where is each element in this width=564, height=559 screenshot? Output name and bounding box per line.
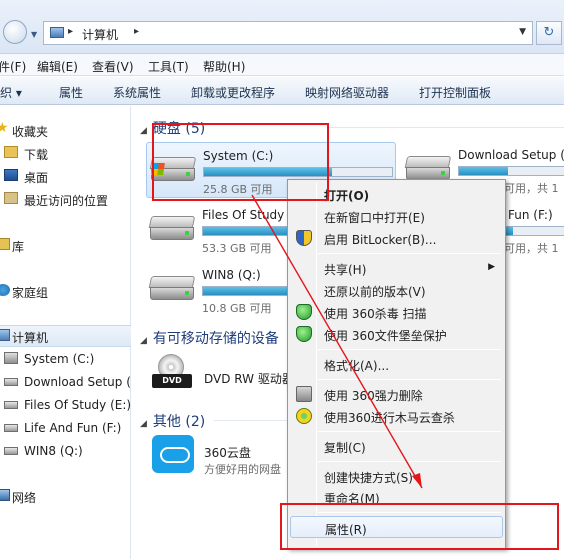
menu-bar: 件(F) 编辑(E) 查看(V) 工具(T) 帮助(H)	[0, 54, 564, 76]
dvd-drive-label[interactable]: DVD RW 驱动器	[204, 370, 294, 387]
drive-name: Fun (F:)	[508, 208, 553, 222]
breadcrumb-separator-icon[interactable]: ▸	[68, 26, 73, 37]
nav-desktop[interactable]: 桌面	[0, 166, 131, 186]
desktop-icon	[4, 169, 18, 181]
drive-icon	[148, 214, 196, 242]
nav-network[interactable]: 网络	[0, 486, 131, 506]
drive-free-space: 可用，共 1	[504, 242, 559, 255]
drive-free-space: 10.8 GB 可用	[202, 302, 272, 315]
nav-libraries[interactable]: 库	[0, 235, 131, 255]
nav-homegroup[interactable]: 家庭组	[0, 281, 131, 301]
drive-name: Files Of Study	[202, 208, 285, 222]
trojan-scan-icon	[296, 408, 312, 424]
nav-drive-f[interactable]: Life And Fun (F:)	[0, 418, 131, 438]
dvd-drive-icon: DVD	[152, 354, 192, 390]
menu-file[interactable]: 件(F)	[0, 58, 26, 75]
properties-button[interactable]: 属性	[59, 84, 83, 101]
360-antivirus-icon	[296, 304, 312, 320]
menu-item-360-protect[interactable]: 使用 360文件堡垒保护	[290, 323, 503, 345]
refresh-button[interactable]: ↻	[536, 21, 562, 45]
recent-places-icon	[4, 192, 18, 204]
drive-icon	[4, 378, 18, 386]
address-input[interactable]: ▸ 计算机 ▸ ▼	[43, 21, 533, 45]
group-header-other[interactable]: ◢ 其他 (2)	[140, 411, 205, 431]
address-bar-area: ▼ ▸ 计算机 ▸ ▼ ↻	[0, 0, 564, 54]
map-network-drive-button[interactable]: 映射网络驱动器	[305, 84, 389, 101]
360-shield-icon	[296, 326, 312, 342]
network-icon	[0, 489, 10, 501]
system-properties-button[interactable]: 系统属性	[113, 84, 161, 101]
nav-drive-q[interactable]: WIN8 (Q:)	[0, 441, 131, 461]
menu-help[interactable]: 帮助(H)	[203, 58, 245, 75]
nav-recent-places[interactable]: 最近访问的位置	[0, 189, 131, 209]
menu-item-bitlocker[interactable]: 启用 BitLocker(B)...	[290, 227, 503, 249]
drive-icon	[4, 447, 18, 455]
annotation-box-properties	[280, 503, 559, 550]
menu-edit[interactable]: 编辑(E)	[37, 58, 78, 75]
drive-name: Download Setup (	[458, 148, 564, 162]
system-drive-icon	[4, 352, 18, 364]
nav-computer[interactable]: 计算机	[0, 325, 131, 347]
navigation-pane: ★ 收藏夹 下载 桌面 最近访问的位置 库 家庭组 计算机 System (C:…	[0, 106, 131, 559]
group-divider	[214, 420, 290, 421]
drive-free-space: 53.3 GB 可用	[202, 242, 272, 255]
drive-icon	[4, 424, 18, 432]
nav-drive-c[interactable]: System (C:)	[0, 349, 131, 369]
menu-item-copy[interactable]: 复制(C)	[290, 435, 503, 457]
star-icon: ★	[0, 120, 9, 136]
menu-item-share[interactable]: 共享(H) ▶	[290, 257, 503, 279]
annotation-box-drive-c	[152, 123, 329, 201]
nav-drive-d[interactable]: Download Setup (D:)	[0, 372, 131, 392]
nav-downloads[interactable]: 下载	[0, 143, 131, 163]
address-dropdown-icon[interactable]: ▼	[519, 27, 526, 37]
uac-shield-icon	[296, 230, 312, 246]
command-bar: 组织 ▾ 属性 系统属性 卸载或更改程序 映射网络驱动器 打开控制面板	[0, 77, 564, 105]
menu-item-create-shortcut[interactable]: 创建快捷方式(S)	[290, 465, 503, 487]
cloud-disk-desc: 方便好用的网盘	[204, 463, 281, 476]
collapse-triangle-icon[interactable]: ◢	[140, 419, 147, 429]
drive-free-space: 可用，共 1	[504, 182, 559, 195]
drive-icon	[148, 274, 196, 302]
drive-icon	[4, 401, 18, 409]
libraries-icon	[0, 238, 10, 250]
uninstall-program-button[interactable]: 卸载或更改程序	[191, 84, 275, 101]
menu-item-360-trojan[interactable]: 使用360进行木马云查杀	[290, 405, 503, 427]
drive-usage-bar	[458, 166, 564, 176]
menu-item-restore-versions[interactable]: 还原以前的版本(V)	[290, 279, 503, 301]
collapse-triangle-icon[interactable]: ◢	[140, 336, 147, 346]
cloud-disk-icon	[152, 435, 194, 473]
menu-view[interactable]: 查看(V)	[92, 58, 134, 75]
submenu-arrow-icon: ▶	[488, 262, 495, 272]
breadcrumb-chevron-icon[interactable]: ▸	[134, 26, 139, 37]
computer-icon	[50, 27, 64, 38]
breadcrumb-computer[interactable]: 计算机	[82, 26, 118, 43]
shredder-icon	[296, 386, 312, 402]
drive-icon	[404, 154, 452, 182]
history-dropdown-icon[interactable]: ▼	[31, 30, 37, 39]
back-button[interactable]	[3, 20, 27, 44]
collapse-triangle-icon[interactable]: ◢	[140, 126, 147, 136]
menu-item-open-new-window[interactable]: 在新窗口中打开(E)	[290, 205, 503, 227]
nav-favorites[interactable]: ★ 收藏夹	[0, 120, 131, 140]
context-menu: 打开(O) 在新窗口中打开(E) 启用 BitLocker(B)... 共享(H…	[287, 179, 506, 549]
menu-item-360-shred[interactable]: 使用 360强力删除	[290, 383, 503, 405]
group-header-removable[interactable]: ◢ 有可移动存储的设备	[140, 328, 279, 348]
drive-name: WIN8 (Q:)	[202, 268, 261, 282]
menu-item-360-scan[interactable]: 使用 360杀毒 扫描	[290, 301, 503, 323]
cloud-disk-label[interactable]: 360云盘	[204, 444, 251, 461]
menu-item-format[interactable]: 格式化(A)...	[290, 353, 503, 375]
group-divider	[328, 127, 564, 128]
homegroup-icon	[0, 284, 10, 296]
organize-button[interactable]: 组织 ▾	[0, 84, 22, 101]
nav-drive-e[interactable]: Files Of Study (E:)	[0, 395, 131, 415]
open-control-panel-button[interactable]: 打开控制面板	[419, 84, 491, 101]
computer-icon	[0, 329, 10, 341]
menu-tools[interactable]: 工具(T)	[148, 58, 189, 75]
downloads-folder-icon	[4, 146, 18, 158]
